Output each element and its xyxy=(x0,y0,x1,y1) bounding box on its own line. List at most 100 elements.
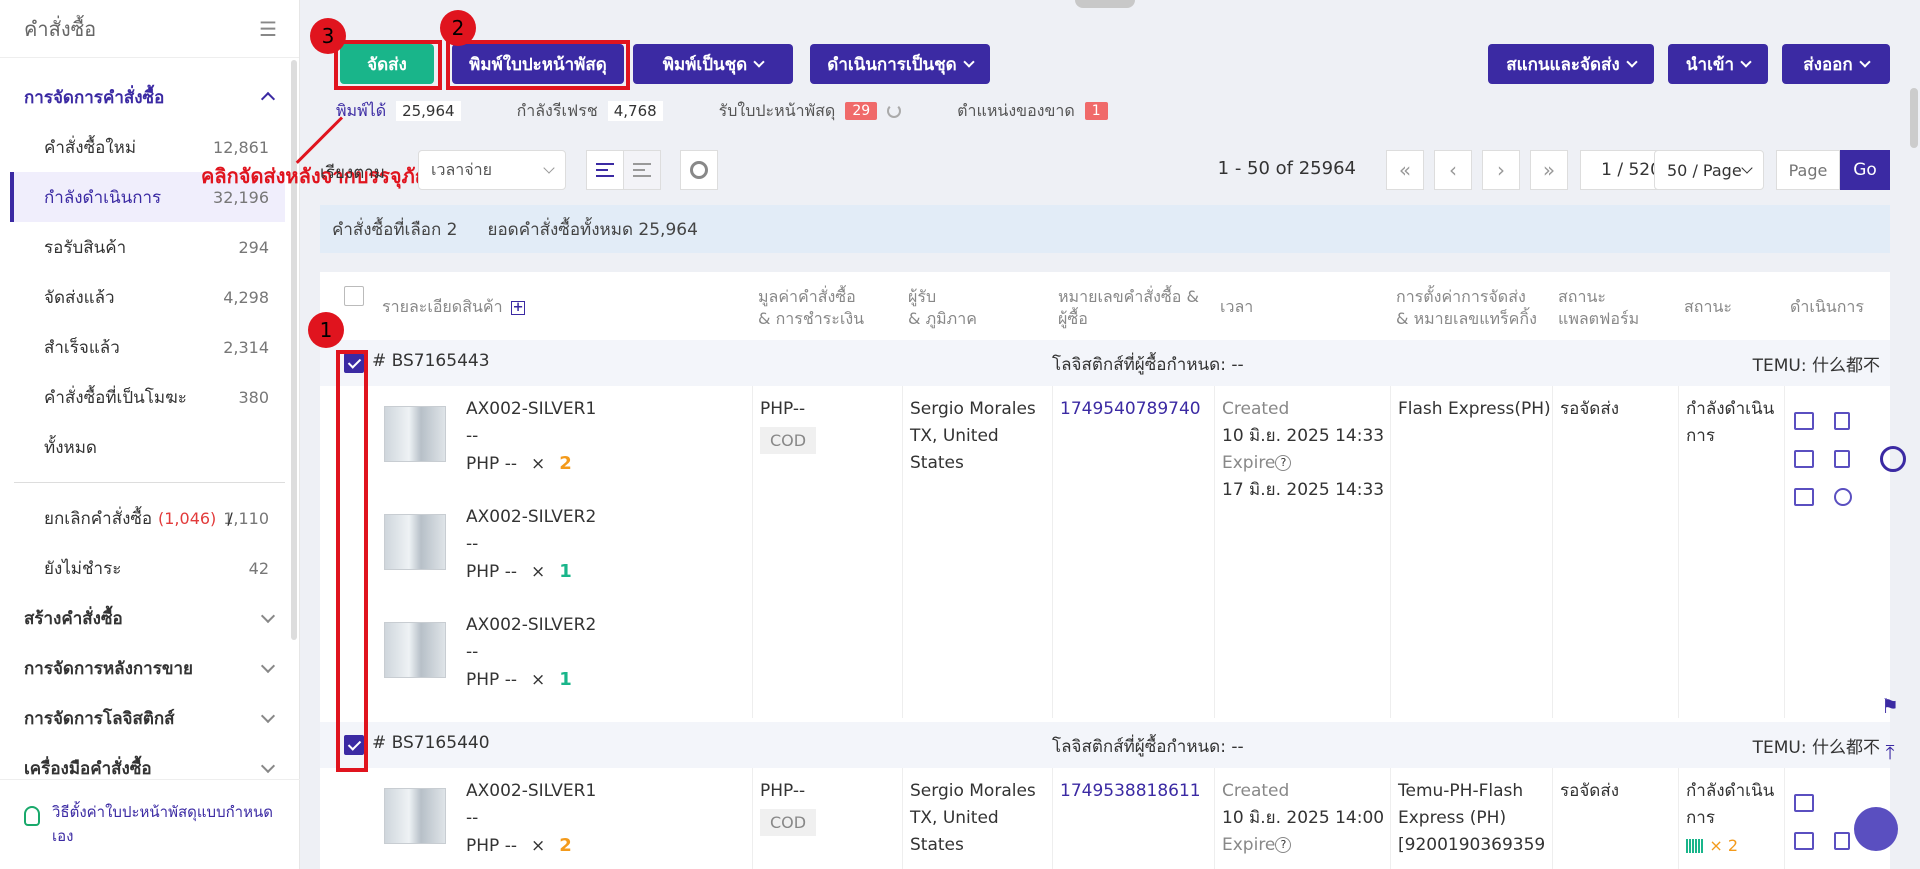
sort-select[interactable]: เวลาจ่าย xyxy=(418,150,566,190)
sidebar-item-label: รอรับสินค้า xyxy=(44,237,127,258)
col-status: สถานะ xyxy=(1684,296,1732,318)
edit-document-icon[interactable] xyxy=(1834,832,1850,850)
scan-and-ship-button-label: สแกนและจัดส่ง xyxy=(1506,54,1620,75)
import-button[interactable]: นำเข้า xyxy=(1668,44,1768,84)
product-thumbnail[interactable] xyxy=(384,514,446,570)
stat-label: กำลังรีเฟรช xyxy=(516,100,598,120)
expand-plus-icon[interactable] xyxy=(510,297,525,319)
sync-icon[interactable] xyxy=(1834,488,1852,506)
order-number-link[interactable]: 1749538818611 xyxy=(1060,778,1201,805)
question-icon[interactable]: ? xyxy=(1275,455,1292,471)
sidebar-scrollbar[interactable] xyxy=(291,60,297,640)
order-body: AX002-SILVER1 -- PHP -- × 2 PHP-- COD Serg… xyxy=(320,768,1890,869)
sidebar-divider xyxy=(14,482,285,483)
stat-missing-location[interactable]: ตำแหน่งของขาด 1 xyxy=(957,99,1108,124)
barcode-count: × 2 xyxy=(1709,836,1739,855)
last-page-button[interactable]: » xyxy=(1530,150,1568,190)
product-sku: AX002-SILVER2 xyxy=(466,507,597,527)
column-divider xyxy=(1552,386,1553,718)
status-cell: กำลังดำเนิน การ xyxy=(1686,396,1774,450)
sidebar-footer[interactable]: วิธีตั้งค่าใบปะหน้าพัสดุแบบกำหนดเอง xyxy=(0,779,300,869)
export-button[interactable]: ส่งออก xyxy=(1782,44,1890,84)
printer-icon[interactable] xyxy=(1794,450,1814,468)
sidebar-item-count: 2,314 xyxy=(223,337,269,357)
main-scrollbar[interactable] xyxy=(1910,88,1918,148)
product-thumbnail[interactable] xyxy=(384,406,446,462)
column-divider xyxy=(1552,768,1553,869)
chevron-down-icon xyxy=(543,162,555,174)
stat-printable[interactable]: พิมพ์ได้ 25,964 xyxy=(336,99,461,124)
sidebar-item-awaiting-pickup[interactable]: รอรับสินค้า 294 xyxy=(0,222,299,272)
sort-asc-button[interactable] xyxy=(623,150,661,190)
order-number-link[interactable]: 1749540789740 xyxy=(1060,396,1201,423)
top-collapse-tab[interactable] xyxy=(1075,0,1135,8)
scan-and-ship-button[interactable]: สแกนและจัดส่ง xyxy=(1488,44,1654,84)
prev-page-button[interactable]: ‹ xyxy=(1434,150,1472,190)
sort-desc-button[interactable] xyxy=(586,150,624,190)
barcode-icon xyxy=(1686,839,1704,853)
chat-support-icon[interactable] xyxy=(1854,807,1898,851)
sidebar-item-label: ยังไม่ชำระ xyxy=(44,558,122,579)
refresh-icon[interactable] xyxy=(887,104,902,118)
time-cell: Created 10 มิ.ย. 2025 14:00 Expire? xyxy=(1222,778,1384,859)
checklist-icon[interactable] xyxy=(1794,488,1814,506)
flag-icon[interactable]: ⚑ xyxy=(1872,688,1908,724)
next-page-button[interactable]: › xyxy=(1482,150,1520,190)
back-to-top-icon[interactable]: ⤒ xyxy=(1872,734,1908,770)
product-info: AX002-SILVER1 -- PHP -- × 2 xyxy=(466,396,596,478)
product-price: PHP -- xyxy=(466,670,517,690)
sidebar-group-order-management[interactable]: การจัดการคำสั่งซื้อ xyxy=(0,72,299,122)
col-label: & หมายเลขแทร็คกิ้ง xyxy=(1396,309,1537,328)
sidebar-group-label: การจัดการหลังการขาย xyxy=(24,658,193,679)
product-sku: AX002-SILVER1 xyxy=(466,781,597,801)
payment-badge: COD xyxy=(760,427,817,454)
batch-operations-button[interactable]: ดำเนินการเป็นชุด xyxy=(810,44,990,84)
recipient-region: TX, United xyxy=(910,426,999,446)
per-page-select[interactable]: 50 / Page xyxy=(1654,150,1764,190)
sidebar-item-all[interactable]: ทั้งหมด xyxy=(0,422,299,472)
page-jump-input[interactable] xyxy=(1776,150,1840,190)
stat-refreshing[interactable]: กำลังรีเฟรช 4,768 xyxy=(517,99,663,124)
product-variant: -- xyxy=(466,534,479,554)
printer-icon[interactable] xyxy=(1794,832,1814,850)
col-product-label: รายละเอียดสินค้า xyxy=(382,297,503,316)
sidebar-item-cancelled[interactable]: ยกเลิกคำสั่งซื้อ (1,046) / 1,110 xyxy=(0,493,299,543)
go-button[interactable]: Go xyxy=(1840,150,1890,190)
sidebar-item-void-orders[interactable]: คำสั่งซื้อที่เป็นโมฆะ 380 xyxy=(0,372,299,422)
shipping-cell: Temu-PH-Flash Express (PH) [920019036935… xyxy=(1398,778,1545,859)
sidebar-group-logistics[interactable]: การจัดการโลจิสติกส์ xyxy=(0,693,299,743)
document-icon[interactable] xyxy=(1834,412,1850,430)
floating-search-icon[interactable] xyxy=(1880,446,1906,472)
sidebar-item-unpaid[interactable]: ยังไม่ชำระ 42 xyxy=(0,543,299,593)
sort-lines-icon xyxy=(596,163,614,177)
first-page-button[interactable]: « xyxy=(1386,150,1424,190)
highlight-box-checkboxes xyxy=(336,350,368,772)
truck-icon[interactable] xyxy=(1794,412,1814,430)
sidebar-header: คำสั่งซื้อ ☰ xyxy=(0,0,299,58)
stat-label: พิมพ์ได้ xyxy=(336,100,387,120)
stat-get-labels[interactable]: รับใบปะหน้าพัสดุ 29 xyxy=(719,99,902,124)
sidebar-group-create-order[interactable]: สร้างคำสั่งซื้อ xyxy=(0,593,299,643)
sidebar-item-count: 4,298 xyxy=(223,287,269,307)
print-batch-button[interactable]: พิมพ์เป็นชุด xyxy=(633,44,793,84)
recipient-name: Sergio Morales xyxy=(910,781,1036,801)
sidebar-item-label: ทั้งหมด xyxy=(44,437,97,458)
col-platform-status: สถานะ แพลตฟอร์ม xyxy=(1558,286,1639,330)
cancel-separator: / xyxy=(227,508,233,528)
highlight-box-ship xyxy=(334,40,442,90)
custom-label-help-link[interactable]: วิธีตั้งค่าใบปะหน้าพัสดุแบบกำหนดเอง xyxy=(52,800,280,848)
product-thumbnail[interactable] xyxy=(384,622,446,678)
sidebar-item-completed[interactable]: สำเร็จแล้ว 2,314 xyxy=(0,322,299,372)
product-thumbnail[interactable] xyxy=(384,788,446,844)
sidebar-item-shipped[interactable]: จัดส่งแล้ว 4,298 xyxy=(0,272,299,322)
product-price: PHP -- xyxy=(466,454,517,474)
truck-icon[interactable] xyxy=(1794,794,1814,812)
edit-document-icon[interactable] xyxy=(1834,450,1850,468)
status-line: การ xyxy=(1686,808,1715,828)
collapse-menu-icon[interactable]: ☰ xyxy=(259,17,277,41)
settings-button[interactable] xyxy=(680,150,718,190)
question-icon[interactable]: ? xyxy=(1275,837,1292,853)
sidebar-group-after-sales[interactable]: การจัดการหลังการขาย xyxy=(0,643,299,693)
select-all-checkbox[interactable] xyxy=(344,286,364,306)
order-value-cell: PHP-- COD xyxy=(760,396,817,455)
